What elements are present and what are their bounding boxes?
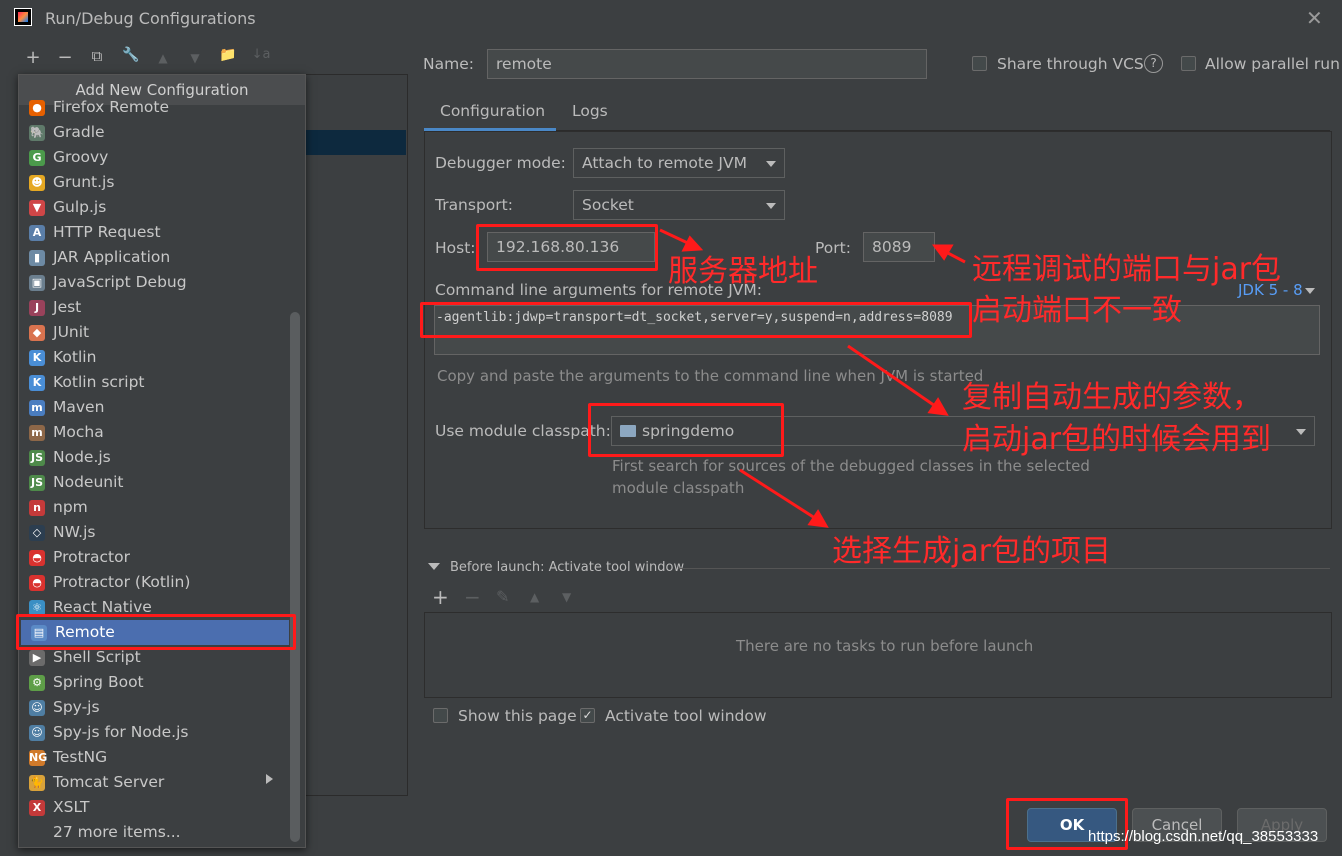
- annotation-copy-line2: 启动jar包的时候会用到: [962, 422, 1272, 457]
- annotation-port-line1: 远程调试的端口与jar包: [972, 252, 1282, 287]
- annotation-server-address: 服务器地址: [668, 254, 818, 289]
- csdn-watermark: https://blog.csdn.net/qq_38553333: [1088, 828, 1319, 845]
- module-arrow: [739, 468, 819, 522]
- cmd-arrow: [847, 344, 939, 410]
- annotation-copy-line1: 复制自动生成的参数，: [962, 380, 1262, 415]
- annotation-select-project: 选择生成jar包的项目: [832, 534, 1112, 569]
- annotation-port-line2: 启动端口不一致: [972, 293, 1182, 328]
